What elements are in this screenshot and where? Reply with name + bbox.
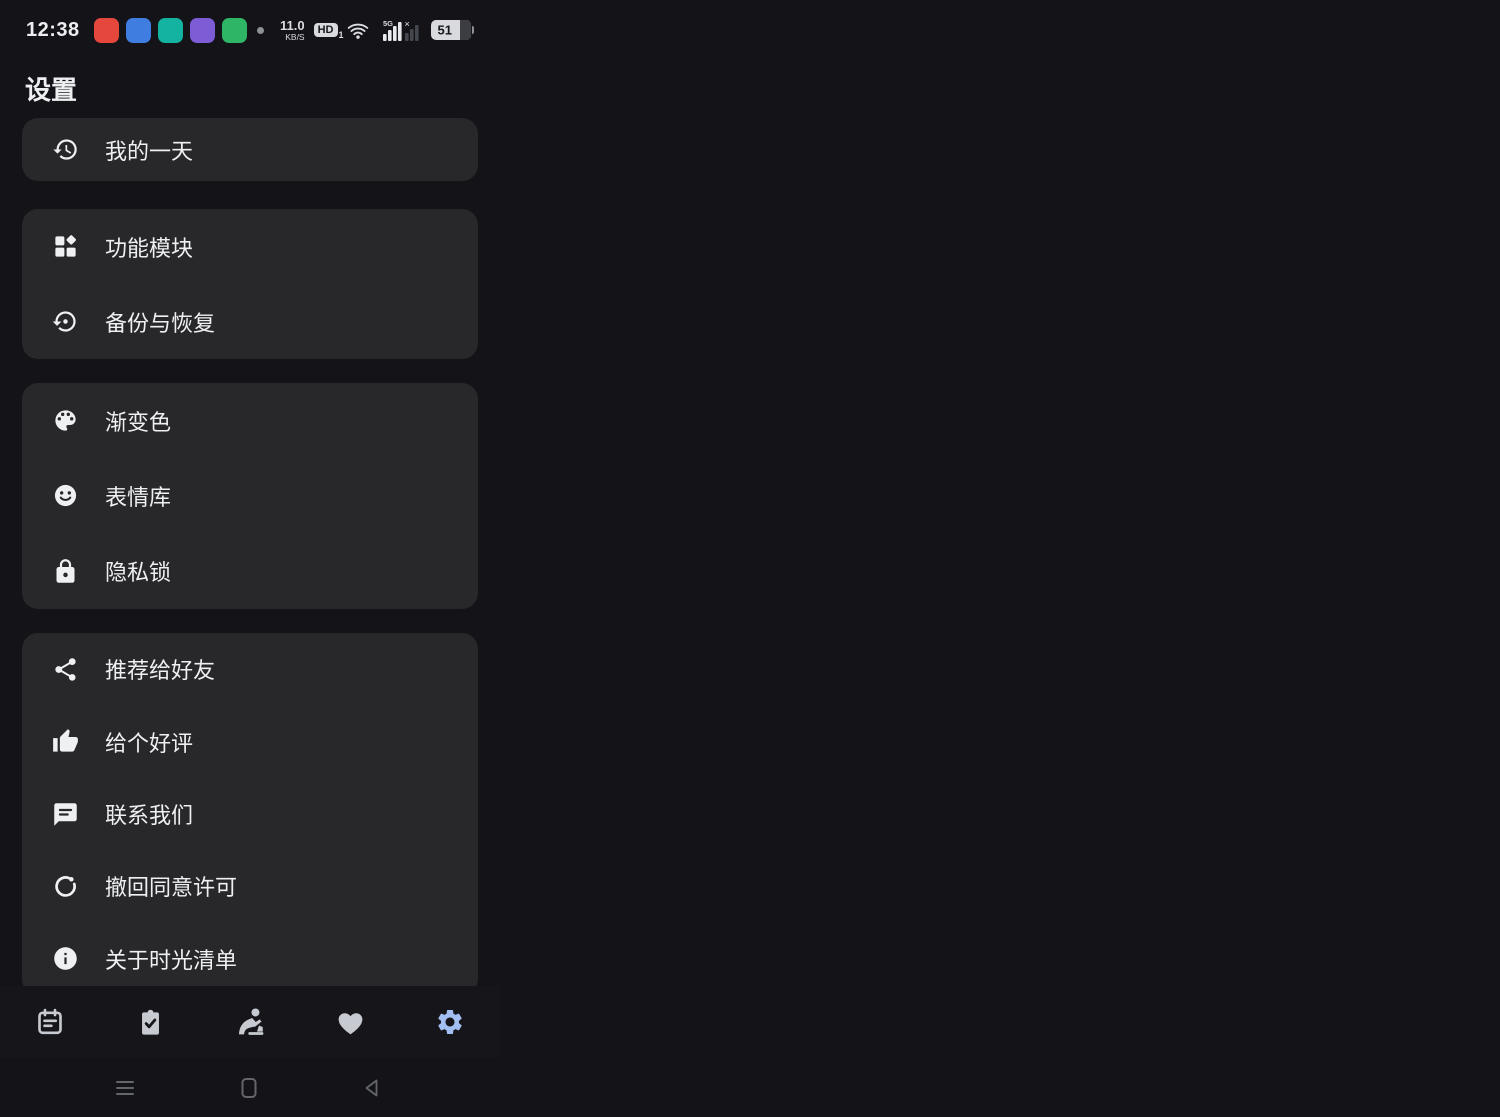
settings-card: 推荐给好友 给个好评 联系我们 撤回同意许可 关于时光清单 [22, 633, 478, 995]
app-notification-icon [158, 18, 183, 43]
android-nav-bar [0, 1058, 500, 1117]
revoke-icon [52, 873, 79, 900]
settings-item-gradient-color[interactable]: 渐变色 [22, 383, 478, 458]
svg-text:5G: 5G [383, 19, 393, 28]
triple-screenshot-stage: 12:38 24.0 KB/S HD1 5G × [0, 0, 1500, 1117]
settings-item-label: 隐私锁 [105, 555, 171, 587]
modules-icon [52, 233, 79, 260]
settings-item-label: 关于时光清单 [105, 943, 237, 975]
settings-item-emoji-library[interactable]: 表情库 [22, 458, 478, 533]
notification-app-icons [94, 18, 247, 43]
settings-item-label: 我的一天 [105, 134, 193, 166]
settings-item-label: 联系我们 [105, 798, 193, 830]
app-notification-icon [94, 18, 119, 43]
lock-icon [52, 558, 79, 585]
thumb-up-icon [52, 728, 79, 755]
status-bar: 12:38 11.0 KB/S HD1 5G × [0, 0, 500, 60]
settings-item-my-day[interactable]: 我的一天 [22, 118, 478, 181]
settings-item-backup-restore[interactable]: 备份与恢复 [22, 284, 478, 359]
settings-item-about[interactable]: 关于时光清单 [22, 923, 478, 995]
screen-settings: 12:38 11.0 KB/S HD1 5G × [0, 0, 500, 1117]
settings-item-label: 备份与恢复 [105, 306, 215, 338]
history-icon [52, 136, 79, 163]
app-notification-icon [126, 18, 151, 43]
settings-item-privacy-lock[interactable]: 隐私锁 [22, 534, 478, 609]
network-speed: 11.0 KB/S [280, 19, 305, 42]
svg-text:×: × [404, 19, 409, 29]
share-icon [52, 656, 79, 683]
settings-card: 我的一天 [22, 118, 478, 181]
settings-item-label: 推荐给好友 [105, 653, 215, 685]
menu-icon[interactable] [114, 1079, 136, 1097]
settings-item-modules[interactable]: 功能模块 [22, 209, 478, 284]
settings-item-label: 渐变色 [105, 405, 171, 437]
settings-item-contact-us[interactable]: 联系我们 [22, 778, 478, 850]
signal-bars-icon: 5G × [378, 19, 420, 42]
nav-calendar[interactable] [0, 1007, 100, 1037]
home-icon[interactable] [239, 1076, 259, 1100]
back-icon[interactable] [362, 1077, 382, 1099]
settings-item-label: 撤回同意许可 [105, 870, 237, 902]
settings-card: 渐变色 表情库 隐私锁 [22, 383, 478, 609]
nav-tasks[interactable] [100, 1008, 200, 1037]
wifi-icon [347, 21, 369, 40]
clock-time: 12:38 [26, 19, 80, 42]
settings-item-label: 表情库 [105, 480, 171, 512]
app-notification-icon [222, 18, 247, 43]
nav-focus[interactable] [200, 1006, 300, 1039]
settings-item-withdraw-consent[interactable]: 撤回同意许可 [22, 850, 478, 922]
chat-icon [52, 801, 79, 828]
settings-item-rate-us[interactable]: 给个好评 [22, 705, 478, 777]
hd-voice-icon: HD1 [314, 23, 338, 37]
notification-dot [257, 27, 264, 34]
settings-item-recommend[interactable]: 推荐给好友 [22, 633, 478, 705]
info-icon [52, 945, 79, 972]
app-notification-icon [190, 18, 215, 43]
page-title: 设置 [25, 70, 77, 107]
battery-icon: 51 [429, 20, 475, 40]
restore-icon [52, 308, 79, 335]
nav-favorites[interactable] [300, 1007, 400, 1038]
settings-item-label: 功能模块 [105, 231, 193, 263]
bottom-nav [0, 986, 500, 1058]
emoji-icon [52, 482, 79, 509]
settings-card: 功能模块 备份与恢复 [22, 209, 478, 359]
settings-item-label: 给个好评 [105, 726, 193, 758]
nav-settings[interactable] [400, 1007, 500, 1037]
palette-icon [52, 407, 79, 434]
